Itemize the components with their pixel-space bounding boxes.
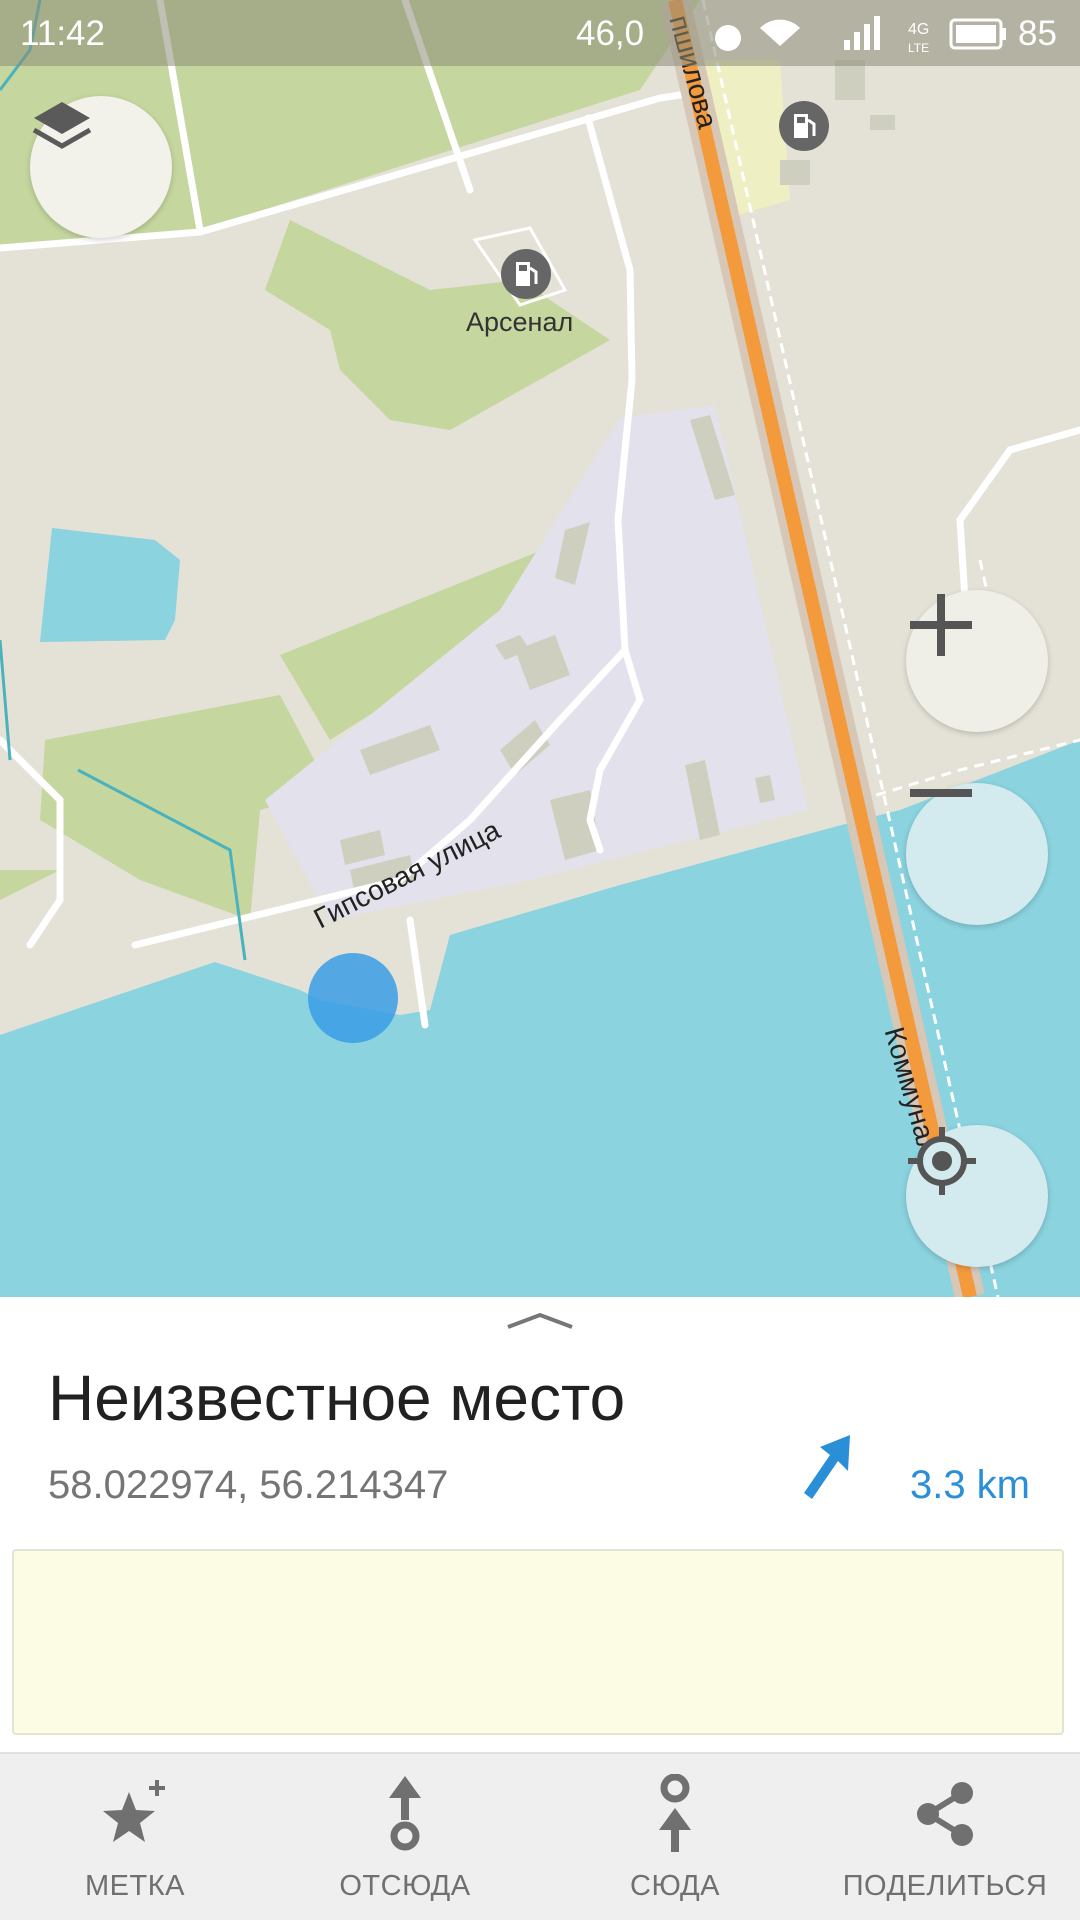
svg-text:4G: 4G [908,21,929,38]
plus-icon [910,594,972,656]
signal-icon [844,40,850,50]
place-title: Неизвестное место [48,1362,626,1434]
clock: 11:42 [20,14,105,53]
lake [40,528,180,642]
status-icons: 4G LTE [715,16,1006,55]
share-label: ПОДЕЛИТЬСЯ [842,1870,1048,1902]
data-saver-icon [715,25,741,51]
crosshair-icon [908,1127,976,1195]
battery-percentage: 85 [1018,14,1057,53]
route-to-icon [659,1774,691,1852]
status-bar: 11:42 46,0 4G LTE 85 [0,0,1080,66]
network-speed: 46,0 [576,14,645,53]
share-button[interactable]: ПОДЕЛИТЬСЯ [810,1754,1080,1920]
layers-icon [32,102,92,149]
route-to-button[interactable]: СЮДА [540,1754,810,1920]
my-location-button[interactable] [906,1125,1048,1267]
wifi-icon [760,19,800,46]
zoom-in-button[interactable] [906,590,1048,732]
share-icon [917,1782,973,1846]
place-info-panel[interactable]: Неизвестное место 58.022974, 56.214347 3… [0,1297,1080,1752]
star-plus-icon [103,1780,165,1842]
minus-icon [910,789,972,797]
bookmark-button[interactable]: МЕТКА [0,1754,270,1920]
map-view[interactable]: Арсенал Гипсовая улица пшилова Коммуналь… [0,0,1080,1297]
location-marker [308,953,398,1043]
zoom-out-button[interactable] [906,783,1048,925]
distance-label: 3.3 km [909,1463,1030,1507]
chevron-up-icon[interactable] [504,1311,576,1331]
layers-button[interactable] [30,96,172,238]
direction-arrow-icon [804,1435,850,1499]
place-coordinates[interactable]: 58.022974, 56.214347 [48,1463,448,1508]
fuel-station-icon[interactable] [778,100,830,152]
svg-text:LTE: LTE [908,41,929,55]
route-from-icon [389,1776,421,1851]
poi-label: Арсенал [466,307,574,337]
bookmark-label: МЕТКА [85,1870,185,1902]
fuel-station-icon[interactable] [500,248,552,300]
action-bar: МЕТКА ОТСЮДА СЮДА ПОДЕЛИТЬСЯ [0,1752,1080,1920]
route-from-label: ОТСЮДА [339,1870,471,1902]
place-description-box [12,1549,1064,1735]
route-to-label: СЮДА [630,1870,720,1902]
route-from-button[interactable]: ОТСЮДА [270,1754,540,1920]
